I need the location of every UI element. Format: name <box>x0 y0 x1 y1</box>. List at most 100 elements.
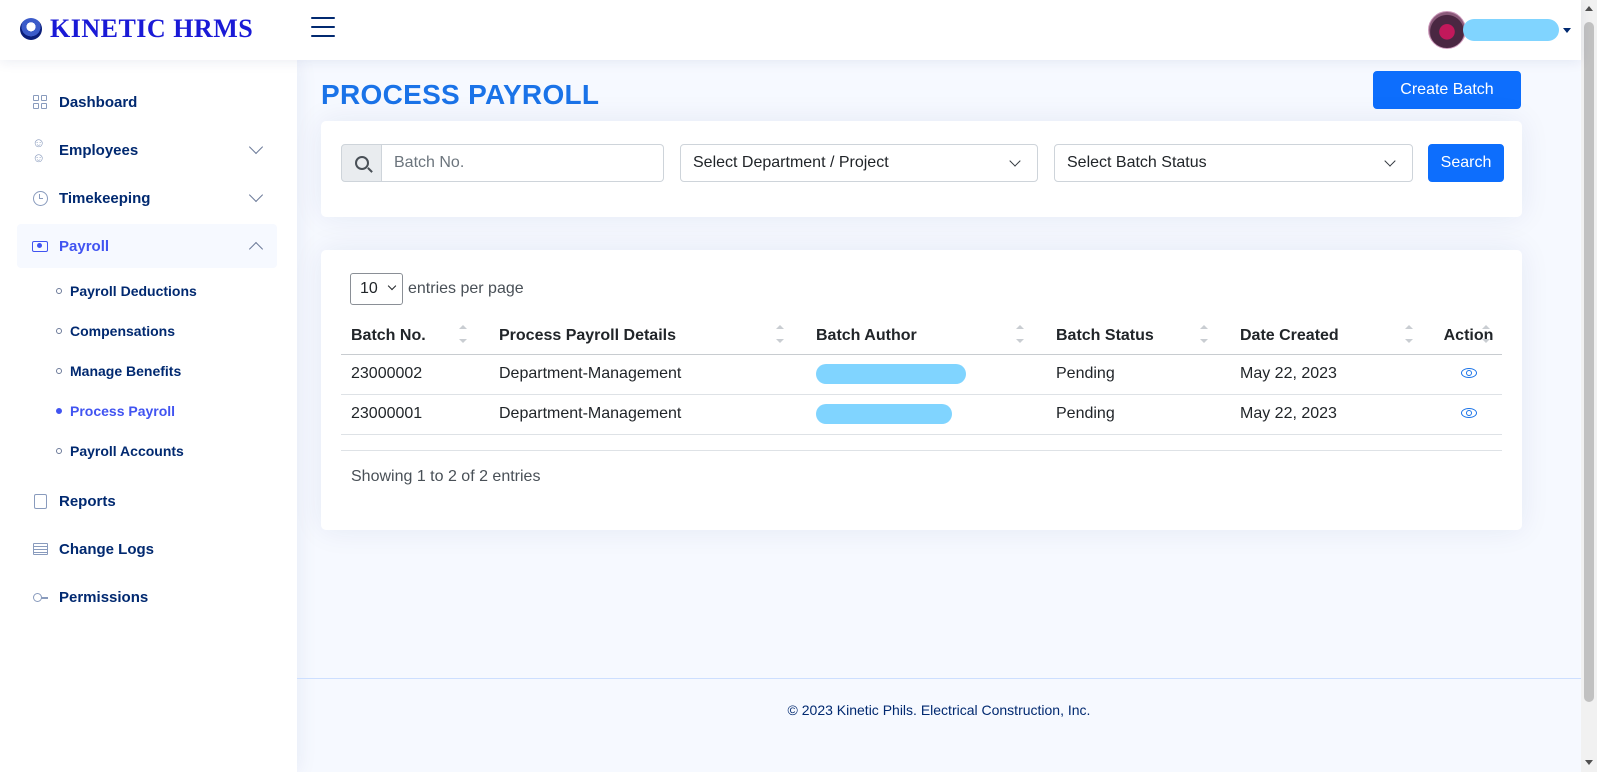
clipboard-icon <box>32 493 48 509</box>
hamburger-icon[interactable] <box>311 17 335 39</box>
grid-icon <box>32 94 48 110</box>
batch-status-select[interactable]: Select Batch Status <box>1054 144 1413 182</box>
action-cell <box>1435 354 1502 395</box>
sidebar-item-label: Permissions <box>59 588 149 606</box>
sidebar-item-reports[interactable]: Reports <box>17 479 277 523</box>
sidebar: Dashboard ☺☺ Employees Timekeeping Payro… <box>0 60 297 772</box>
footer-divider <box>297 678 1581 679</box>
page-title: PROCESS PAYROLL <box>321 79 600 110</box>
status-cell: Pending <box>1046 354 1230 395</box>
eye-icon[interactable] <box>1460 368 1477 378</box>
date-cell: May 22, 2023 <box>1230 394 1435 435</box>
per-page-select[interactable]: 10 <box>350 273 403 305</box>
scrollbar-thumb[interactable] <box>1584 22 1594 702</box>
column-header-action[interactable]: Action <box>1435 318 1502 355</box>
department-select[interactable]: Select Department / Project <box>680 144 1038 182</box>
table-card: 10 entries per page Batch No. Process Pa… <box>321 250 1522 530</box>
sidebar-item-label: Change Logs <box>59 540 155 558</box>
app-name: KINETIC HRMS <box>50 14 254 43</box>
details-cell: Department-Management <box>489 354 806 395</box>
sidebar-subitem-payroll-deductions[interactable]: Payroll Deductions <box>56 281 197 301</box>
sidebar-subitem-label: Compensations <box>70 323 176 339</box>
sidebar-item-permissions[interactable]: Permissions <box>17 575 277 619</box>
circle-icon <box>56 408 62 414</box>
sort-icon <box>1482 325 1490 347</box>
batch-no-input[interactable] <box>382 144 664 182</box>
footer-copyright: © 2023 Kinetic Phils. Electrical Constru… <box>787 702 1091 718</box>
batch-no-cell: 23000002 <box>341 354 489 395</box>
per-page-value: 10 <box>360 280 378 297</box>
sidebar-subitem-payroll-accounts[interactable]: Payroll Accounts <box>56 441 184 461</box>
circle-icon <box>56 328 62 334</box>
batches-table: Batch No. Process Payroll Details Batch … <box>341 318 1502 435</box>
table-row: 23000001 Department-Management Pending M… <box>341 394 1502 435</box>
column-header-label: Batch Author <box>816 326 917 344</box>
batch-status-select-value: Select Batch Status <box>1067 154 1207 171</box>
sidebar-subitem-process-payroll[interactable]: Process Payroll <box>56 401 175 421</box>
scroll-up-icon[interactable] <box>1585 6 1593 11</box>
chevron-down-icon <box>1384 155 1396 167</box>
chevron-down-icon <box>1009 155 1021 167</box>
chevron-down-icon <box>248 187 264 203</box>
sidebar-subitem-label: Process Payroll <box>70 403 176 419</box>
entries-per-page: 10 entries per page <box>350 273 524 305</box>
sidebar-subitem-manage-benefits[interactable]: Manage Benefits <box>56 361 181 381</box>
column-header-batch-no[interactable]: Batch No. <box>341 318 489 355</box>
cash-icon <box>32 238 48 254</box>
avatar <box>1428 11 1466 49</box>
sort-icon <box>776 325 784 347</box>
sort-icon <box>459 325 467 347</box>
redacted-author <box>816 404 952 424</box>
sidebar-item-label: Payroll <box>59 237 110 255</box>
sidebar-item-label: Employees <box>59 141 139 159</box>
column-header-label: Date Created <box>1240 326 1339 344</box>
batch-no-cell: 23000001 <box>341 394 489 435</box>
sidebar-item-label: Reports <box>59 492 116 510</box>
filter-card: Select Department / Project Select Batch… <box>321 121 1522 217</box>
caret-down-icon <box>1563 27 1571 33</box>
sidebar-item-timekeeping[interactable]: Timekeeping <box>17 176 277 220</box>
list-icon <box>32 541 48 557</box>
status-cell: Pending <box>1046 394 1230 435</box>
circle-icon <box>56 448 62 454</box>
sidebar-item-dashboard[interactable]: Dashboard <box>17 80 277 124</box>
table-divider <box>341 450 1502 451</box>
column-header-label: Batch Status <box>1056 326 1154 344</box>
search-button[interactable]: Search <box>1428 144 1504 182</box>
table-row: 23000002 Department-Management Pending M… <box>341 354 1502 395</box>
redacted-username <box>1463 19 1559 41</box>
author-cell <box>806 394 1046 435</box>
top-bar: KINETIC HRMS <box>0 0 1581 60</box>
sidebar-item-payroll[interactable]: Payroll <box>17 224 277 268</box>
people-icon: ☺☺ <box>32 135 45 165</box>
chevron-down-icon <box>248 139 264 155</box>
sidebar-item-employees[interactable]: ☺☺ Employees <box>17 128 277 172</box>
sidebar-subitem-label: Payroll Accounts <box>70 443 184 459</box>
author-cell <box>806 354 1046 395</box>
column-header-date[interactable]: Date Created <box>1230 318 1435 355</box>
scrollbar[interactable] <box>1581 0 1597 772</box>
logo[interactable]: KINETIC HRMS <box>20 14 253 44</box>
create-batch-button[interactable]: Create Batch <box>1373 71 1521 109</box>
column-header-author[interactable]: Batch Author <box>806 318 1046 355</box>
chevron-up-icon <box>248 241 264 257</box>
per-page-label: entries per page <box>408 280 524 297</box>
sidebar-subitem-compensations[interactable]: Compensations <box>56 321 175 341</box>
profile-menu[interactable] <box>1428 11 1571 49</box>
circle-icon <box>56 368 62 374</box>
action-cell <box>1435 394 1502 435</box>
clock-icon <box>32 190 48 206</box>
column-header-status[interactable]: Batch Status <box>1046 318 1230 355</box>
batch-search-group <box>341 144 664 182</box>
column-header-details[interactable]: Process Payroll Details <box>489 318 806 355</box>
details-cell: Department-Management <box>489 394 806 435</box>
column-header-label: Batch No. <box>351 326 426 344</box>
circle-icon <box>56 288 62 294</box>
scroll-down-icon[interactable] <box>1585 760 1593 765</box>
redacted-author <box>816 364 966 384</box>
sidebar-item-change-logs[interactable]: Change Logs <box>17 527 277 571</box>
entries-info: Showing 1 to 2 of 2 entries <box>351 468 541 485</box>
table-header-row: Batch No. Process Payroll Details Batch … <box>341 318 1502 355</box>
eye-icon[interactable] <box>1460 408 1477 418</box>
sidebar-item-label: Timekeeping <box>59 189 151 207</box>
